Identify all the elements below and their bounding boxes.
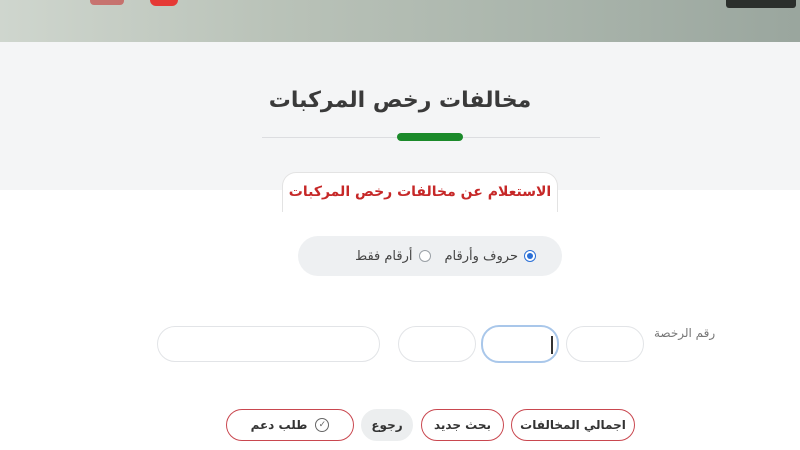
radio-label: حروف وأرقام xyxy=(444,248,519,264)
brand-logo[interactable] xyxy=(726,0,796,8)
radio-letters-and-numbers[interactable]: حروف وأرقام xyxy=(444,248,536,264)
radio-numbers-only[interactable]: أرقام فقط xyxy=(355,248,431,264)
radio-label: أرقام فقط xyxy=(355,248,413,264)
title-accent-bar xyxy=(397,133,463,141)
license-field-3[interactable] xyxy=(398,326,476,362)
header-red-logo[interactable] xyxy=(150,0,178,6)
license-number-label: رقم الرخصة xyxy=(654,326,716,340)
top-header xyxy=(0,0,800,42)
license-field-4[interactable] xyxy=(157,326,380,362)
inquiry-title: الاستعلام عن مخالفات رخص المركبات xyxy=(288,184,552,200)
header-decoration xyxy=(90,0,124,5)
hero-band xyxy=(0,42,800,190)
back-button[interactable]: رجوع xyxy=(361,409,413,441)
check-circle-icon: ✓ xyxy=(315,418,330,432)
radio-unchecked-icon[interactable] xyxy=(418,250,431,262)
text-caret xyxy=(551,336,553,354)
license-field-2[interactable] xyxy=(481,325,559,363)
radio-checked-icon[interactable] xyxy=(524,250,536,262)
new-search-button[interactable]: بحث جديد xyxy=(421,409,504,441)
support-request-button[interactable]: ✓ طلب دعم xyxy=(226,409,354,441)
license-field-1[interactable] xyxy=(566,326,644,362)
total-violations-button[interactable]: اجمالي المخالفات xyxy=(511,409,635,441)
plate-type-selector: حروف وأرقام أرقام فقط xyxy=(298,236,562,276)
page-title: مخالفات رخص المركبات xyxy=(268,88,532,113)
support-request-label: طلب دعم xyxy=(250,418,308,432)
